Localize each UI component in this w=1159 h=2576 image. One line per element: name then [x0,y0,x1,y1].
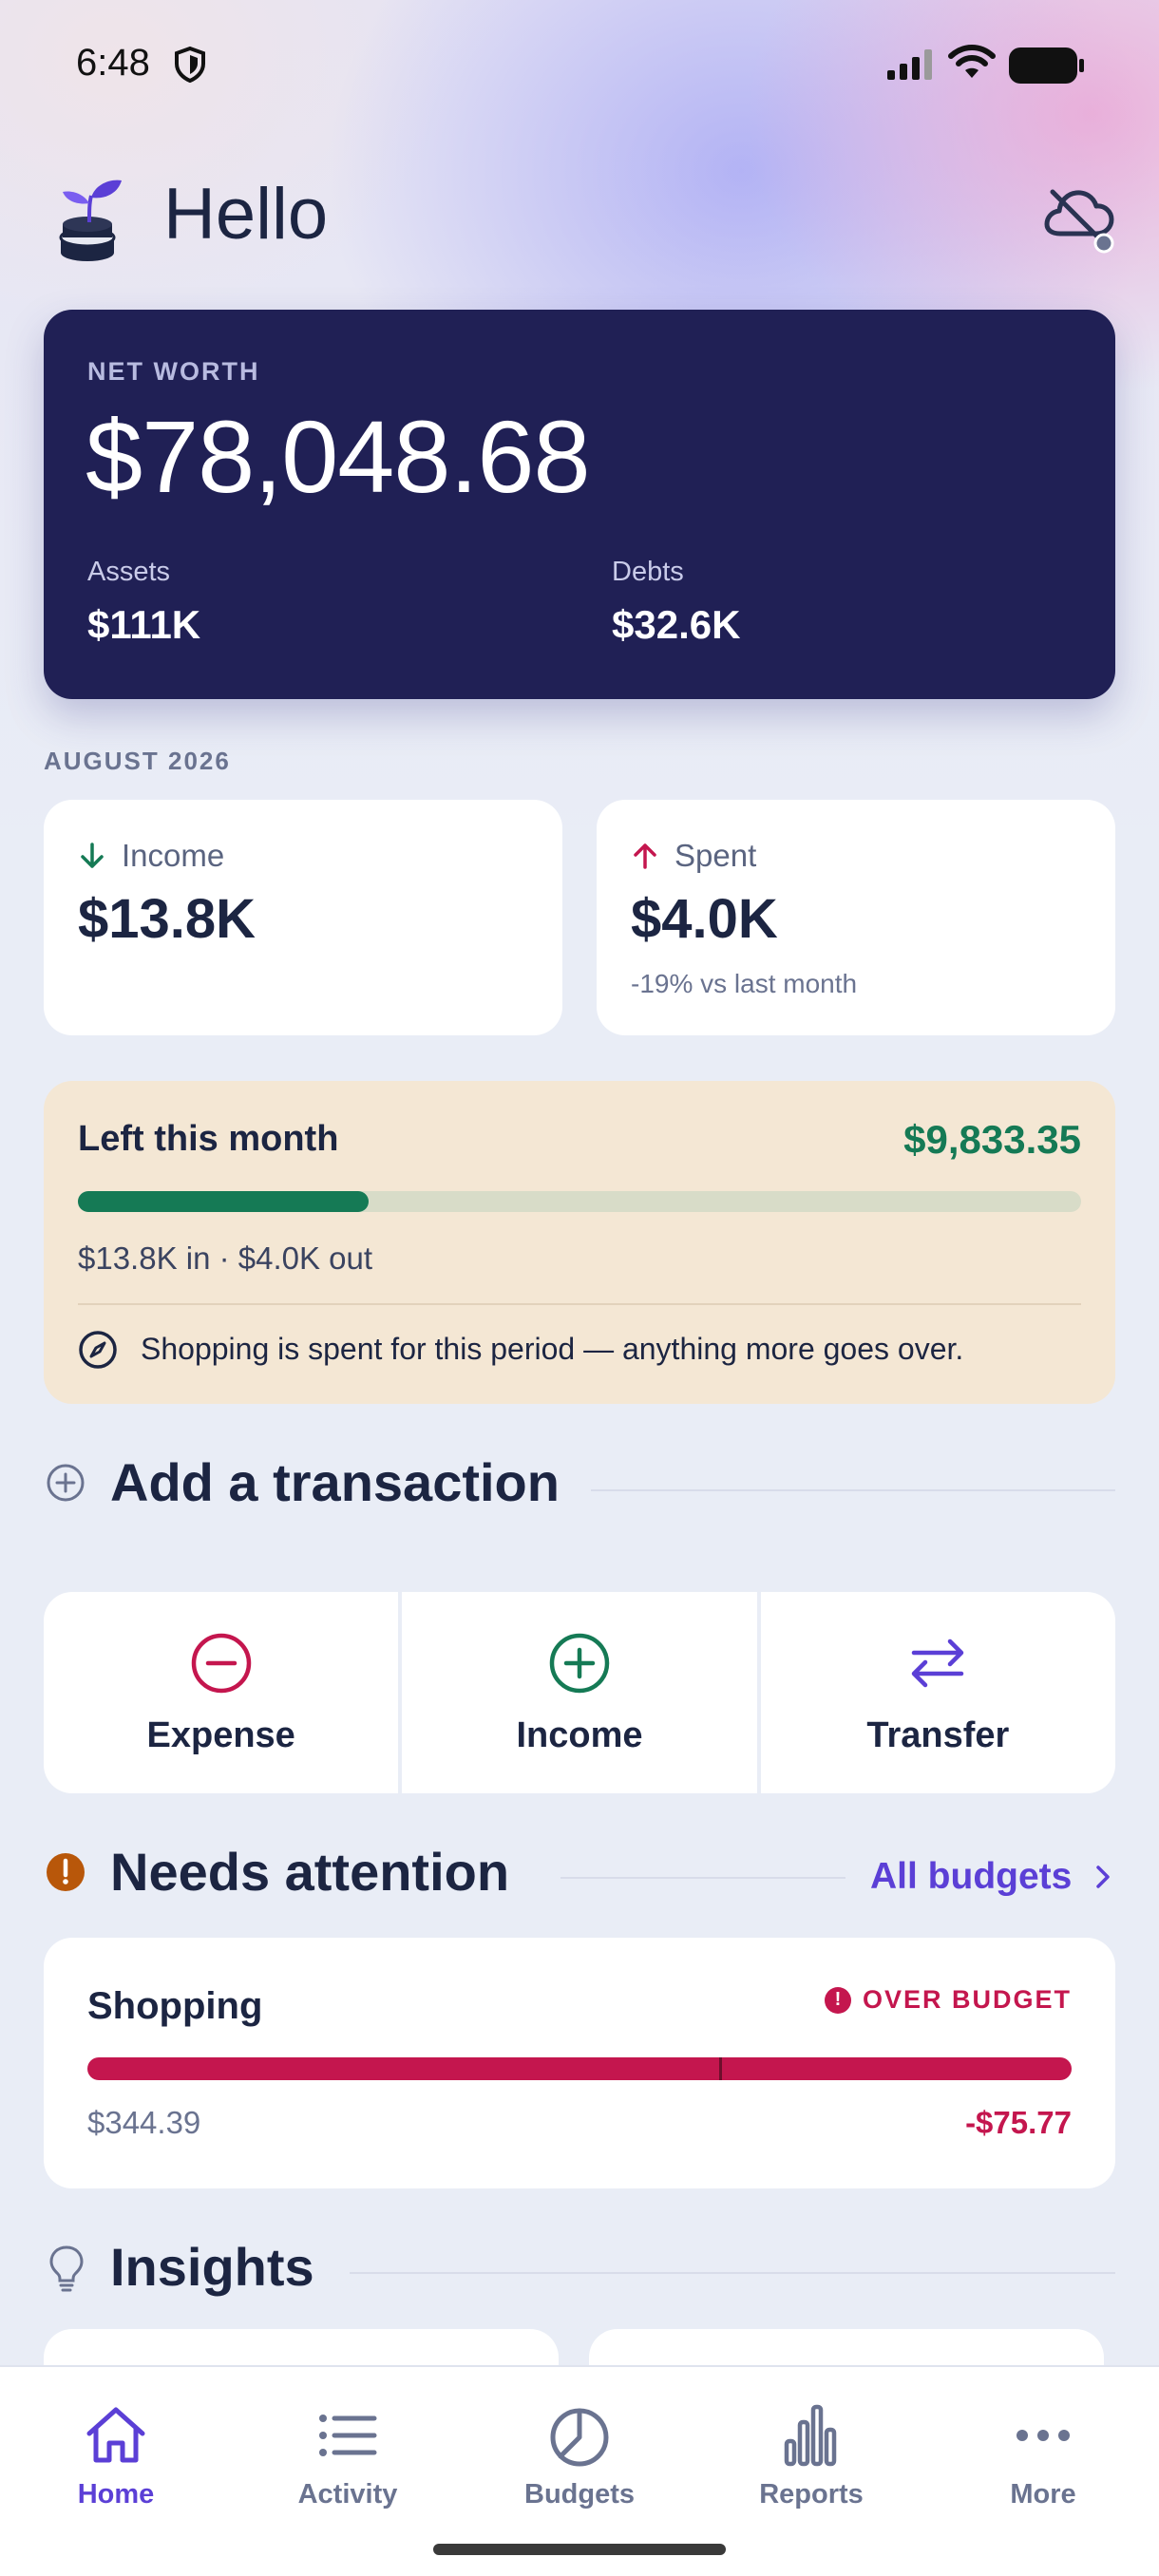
spent-title: Spent [674,838,757,873]
over-budget-label: OVER BUDGET [862,1985,1072,2014]
status-bar: 6:48 [0,0,1159,133]
compass-icon [79,1331,117,1369]
shield-icon [175,46,205,84]
transfer-button[interactable]: Transfer [760,1592,1115,1793]
budget-spent: $344.39 [87,2105,201,2140]
bar-chart-icon [784,2404,837,2467]
all-budgets-link[interactable]: All budgets [870,1856,1111,1898]
warning-icon [47,1853,85,1891]
net-worth-card[interactable]: NET WORTH $78,048.68 Assets $111K Debts … [44,310,1115,699]
spent-comparison: -19% vs last month [631,969,858,998]
tab-budgets[interactable]: Budgets [464,2367,695,2519]
spent-value: $4.0K [631,888,778,950]
assets-value: $111K [87,602,201,647]
income-button[interactable]: Income [402,1592,757,1793]
left-this-month-amount: $9,833.35 [903,1117,1081,1162]
greeting-title: Hello [163,174,329,255]
expense-label: Expense [146,1715,295,1755]
shopping-budget-card[interactable]: Shopping ! OVER BUDGET $344.39 -$75.77 [44,1938,1115,2188]
chevron-right-icon [1096,1866,1110,1888]
left-this-month-note: Shopping is spent for this period — anyt… [141,1332,964,1366]
tab-reports[interactable]: Reports [695,2367,927,2519]
all-budgets-label: All budgets [870,1856,1073,1897]
tab-more-label: More [1010,2479,1076,2510]
left-this-month-card[interactable]: Left this month $9,833.35 $13.8K in · $4… [44,1081,1115,1404]
transfer-label: Transfer [866,1715,1010,1755]
minus-circle-icon [191,1633,251,1694]
more-dots-icon [1016,2430,1070,2441]
section-divider [591,1489,1115,1491]
lightbulb-icon [49,2245,84,2292]
arrow-up-icon [634,843,656,869]
battery-icon [1009,47,1084,84]
budget-progress-bar [87,2057,1072,2080]
budget-limit-marker [719,2057,723,2080]
app-logo-icon [59,180,122,261]
tab-activity-label: Activity [297,2479,398,2510]
arrow-down-icon [81,843,104,868]
transfer-arrows-icon [912,1638,964,1688]
tab-activity[interactable]: Activity [232,2367,464,2519]
income-card[interactable]: Income $13.8K [44,800,562,1035]
over-budget-badge: ! OVER BUDGET [824,1985,1072,2015]
net-worth-label: NET WORTH [87,357,260,386]
add-transaction-title: Add a transaction [110,1452,560,1512]
debts-value: $32.6K [612,602,741,647]
section-divider [560,1877,846,1879]
insights-title: Insights [110,2237,314,2297]
pie-chart-icon [550,2408,609,2467]
cloud-sync-off-icon[interactable] [1041,184,1117,256]
assets-label: Assets [87,557,171,587]
tab-more[interactable]: More [927,2367,1159,2519]
spent-card[interactable]: Spent $4.0K -19% vs last month [597,800,1115,1035]
left-this-month-title: Left this month [78,1119,339,1159]
home-screen: 6:48 Hello NET WORTH $78,048.68 Assets $… [0,0,1159,2576]
income-label: Income [516,1715,643,1755]
status-time: 6:48 [76,42,150,84]
tab-reports-label: Reports [759,2479,864,2510]
debts-label: Debts [612,557,684,587]
left-this-month-summary: $13.8K in · $4.0K out [78,1241,373,1276]
tab-budgets-label: Budgets [524,2479,635,2510]
wifi-icon [948,45,996,78]
home-icon [86,2407,145,2463]
home-indicator[interactable] [433,2544,726,2555]
plus-circle-outline-icon [47,1464,85,1502]
income-value: $13.8K [78,888,256,950]
divider [78,1303,1081,1305]
signal-icon [887,49,932,80]
period-label: AUGUST 2026 [44,747,231,775]
left-progress-fill [78,1191,370,1212]
plus-circle-icon [549,1633,610,1694]
net-worth-value: $78,048.68 [86,399,591,514]
budget-difference: -$75.77 [965,2105,1072,2140]
list-icon [319,2415,377,2456]
tab-home[interactable]: Home [0,2367,232,2519]
income-title: Income [122,838,225,873]
expense-button[interactable]: Expense [44,1592,399,1793]
needs-attention-title: Needs attention [110,1842,510,1902]
left-progress-bar [78,1191,1081,1212]
transaction-actions: Expense Income Transfer [44,1592,1115,1793]
tab-home-label: Home [77,2479,155,2510]
section-divider [350,2272,1115,2274]
budget-name: Shopping [87,1985,263,2027]
alert-icon: ! [824,1986,851,2014]
